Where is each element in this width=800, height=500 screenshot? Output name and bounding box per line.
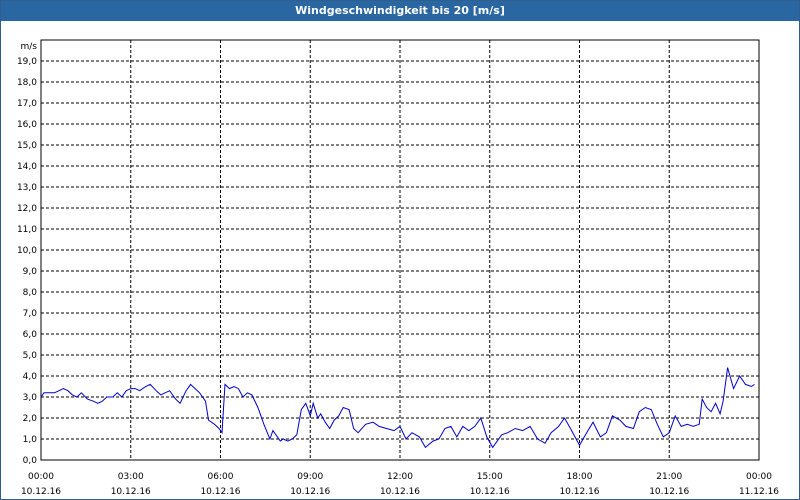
x-tick-time-label: 03:00 bbox=[118, 472, 144, 482]
y-tick-label: 3,0 bbox=[23, 393, 38, 403]
chart-canvas: 0,0 1,0 2,0 3,0 4,0 5,0 6,0 7,0 8,0 9,0 10,0 11,0 12… bbox=[17, 39, 779, 497]
chart-window: Windgeschwindigkeit bis 20 [m/s] 0,0 1,0 2… bbox=[0, 0, 800, 500]
y-tick-label: 19,0 bbox=[17, 57, 37, 67]
x-axis-ticks: 00:00 10.12.16 03:00 10.12.16 06:00 10.12.16 0… bbox=[21, 472, 779, 497]
x-tick-date-label: 10.12.16 bbox=[559, 487, 599, 497]
x-tick-time-label: 09:00 bbox=[297, 472, 323, 482]
y-tick-label: 18,0 bbox=[17, 78, 37, 88]
x-tick-time-label: 00:00 bbox=[28, 472, 54, 482]
x-tick-time-label: 15:00 bbox=[477, 472, 503, 482]
data-series bbox=[40, 367, 755, 449]
y-axis-ticks: 0,0 1,0 2,0 3,0 4,0 5,0 6,0 7,0 8,0 9,0 10,0 11,0 12… bbox=[17, 57, 37, 466]
y-tick-label: 1,0 bbox=[23, 435, 38, 445]
y-tick-label: 6,0 bbox=[23, 330, 38, 340]
y-tick-label: 7,0 bbox=[23, 309, 38, 319]
y-tick-label: 13,0 bbox=[17, 183, 37, 193]
y-tick-label: 4,0 bbox=[23, 372, 38, 382]
x-tick-date-label: 10.12.16 bbox=[649, 487, 689, 497]
wind-speed-line bbox=[40, 367, 755, 449]
x-tick-date-label: 10.12.16 bbox=[380, 487, 420, 497]
x-tick-time-label: 00:00 bbox=[746, 472, 772, 482]
y-tick-label: 2,0 bbox=[23, 414, 38, 424]
x-tick-date-label: 10.12.16 bbox=[21, 487, 61, 497]
x-tick-time-label: 18:00 bbox=[567, 472, 593, 482]
y-tick-label: 10,0 bbox=[17, 246, 37, 256]
y-tick-label: 8,0 bbox=[23, 288, 38, 298]
x-tick-time-label: 12:00 bbox=[387, 472, 413, 482]
x-tick-time-label: 21:00 bbox=[656, 472, 682, 482]
y-axis-unit-label: m/s bbox=[21, 42, 38, 52]
y-tick-label: 5,0 bbox=[23, 351, 38, 361]
x-tick-date-label: 10.12.16 bbox=[200, 487, 240, 497]
y-tick-label: 15,0 bbox=[17, 141, 37, 151]
x-tick-date-label: 10.12.16 bbox=[290, 487, 330, 497]
grid-lines bbox=[41, 40, 759, 460]
x-tick-date-label: 10.12.16 bbox=[470, 487, 510, 497]
y-tick-label: 9,0 bbox=[23, 267, 38, 277]
y-tick-label: 0,0 bbox=[23, 456, 38, 466]
y-tick-label: 17,0 bbox=[17, 99, 37, 109]
y-tick-label: 14,0 bbox=[17, 162, 37, 172]
x-tick-date-label: 11.12.16 bbox=[739, 487, 779, 497]
x-tick-date-label: 10.12.16 bbox=[111, 487, 151, 497]
x-tick-time-label: 06:00 bbox=[208, 472, 234, 482]
y-tick-label: 16,0 bbox=[17, 120, 37, 130]
y-tick-label: 11,0 bbox=[17, 225, 37, 235]
y-tick-label: 12,0 bbox=[17, 204, 37, 214]
